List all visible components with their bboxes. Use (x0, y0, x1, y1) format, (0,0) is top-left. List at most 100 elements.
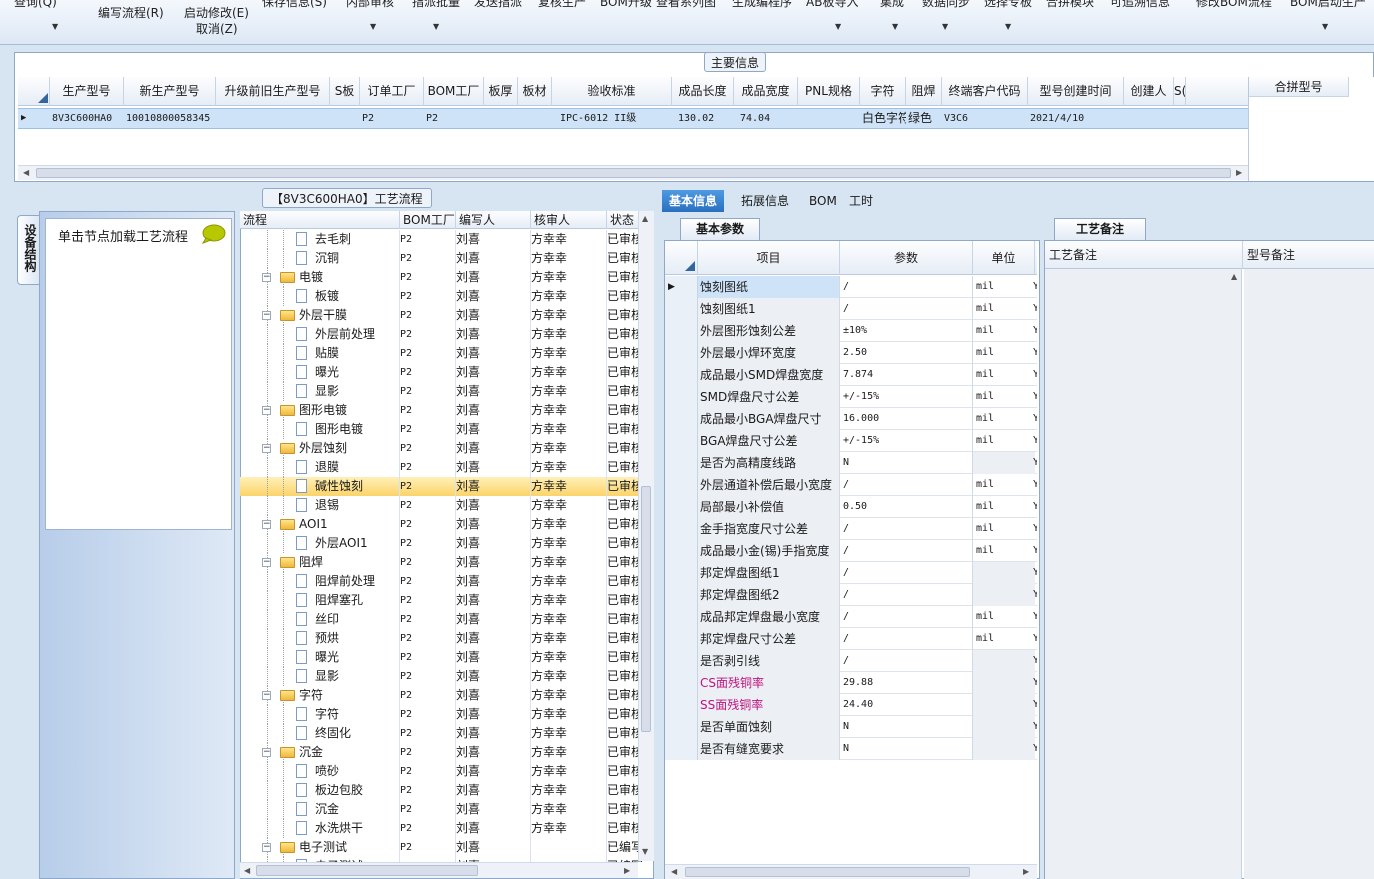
scroll-right-icon[interactable]: ▶ (624, 866, 630, 875)
params-row[interactable]: 是否为高精度线路 N Y (665, 452, 1037, 474)
main-grid-col-header[interactable]: 验收标准 (552, 77, 672, 106)
detail-tab[interactable]: 拓展信息 (734, 190, 796, 212)
craft-notes-textarea[interactable]: ▲ (1045, 269, 1242, 879)
params-row[interactable]: 邦定焊盘尺寸公差 / mil Y (665, 628, 1037, 650)
main-grid-col-header[interactable]: 创建人 (1124, 77, 1174, 106)
tree-node-label[interactable]: 曝光 (315, 648, 339, 667)
tree-row[interactable]: 丝印 P2 刘喜 方幸幸 已审核 (240, 610, 642, 629)
tree-row[interactable]: − AOI1 P2 刘喜 方幸幸 已审核 (240, 515, 642, 534)
param-value-field[interactable]: ±10% (840, 320, 973, 342)
dropdown-arrow-icon[interactable]: ▼ (1322, 22, 1328, 31)
row-selector[interactable] (665, 430, 698, 452)
ribbon-button[interactable]: BOM启动生产 (1290, 0, 1366, 10)
tree-node-label[interactable]: 电子测试 (299, 838, 347, 857)
row-selector[interactable] (665, 628, 698, 650)
main-grid-cell[interactable]: 绿色 (908, 109, 942, 128)
params-row[interactable]: 外层最小焊环宽度 2.50 mil Y (665, 342, 1037, 364)
tree-row[interactable]: 阻焊前处理 P2 刘喜 方幸幸 已审核 (240, 572, 642, 591)
model-notes-textarea[interactable] (1244, 269, 1374, 879)
main-grid-col-header[interactable]: 成品宽度 (734, 77, 798, 106)
tree-row[interactable]: 外层AOI1 P2 刘喜 方幸幸 已审核 (240, 534, 642, 553)
tree-row[interactable]: 外层前处理 P2 刘喜 方幸幸 已审核 (240, 325, 642, 344)
tree-node-label[interactable]: 沉金 (299, 743, 323, 762)
main-grid-cell[interactable] (486, 109, 518, 128)
main-grid-col-header[interactable]: 板材 (518, 77, 552, 106)
scroll-left-icon[interactable]: ◀ (671, 867, 677, 876)
main-grid-cell[interactable] (218, 109, 330, 128)
tree-node-label[interactable]: 字符 (299, 686, 323, 705)
ribbon-button[interactable]: AB板导入 (806, 0, 858, 10)
ribbon-button[interactable]: 集成 (880, 0, 904, 10)
param-value-field[interactable]: 2.50 (840, 342, 973, 364)
dropdown-arrow-icon[interactable]: ▼ (892, 22, 898, 31)
tree-node-label[interactable]: 图形电镀 (299, 401, 347, 420)
row-selector[interactable] (665, 738, 698, 760)
main-grid-cell[interactable]: 74.04 (740, 109, 802, 128)
collapse-icon[interactable]: − (262, 748, 271, 757)
main-grid-col-header[interactable]: 订单工厂 (360, 77, 424, 106)
tree-row[interactable]: 板镀 P2 刘喜 方幸幸 已审核 (240, 287, 642, 306)
collapse-icon[interactable]: − (262, 311, 271, 320)
dropdown-arrow-icon[interactable]: ▼ (835, 22, 841, 31)
row-selector[interactable] (665, 672, 698, 694)
row-selector[interactable] (665, 298, 698, 320)
ribbon-button[interactable]: 可追溯信息 (1110, 0, 1170, 10)
param-value-field[interactable]: / (840, 606, 973, 628)
dropdown-arrow-icon[interactable]: ▼ (370, 22, 376, 31)
tree-node-label[interactable]: 退锡 (315, 496, 339, 515)
ribbon-button[interactable]: 查看系列图 (656, 0, 716, 10)
tree-node-label[interactable]: AOI1 (299, 515, 328, 534)
param-value-field[interactable]: 0.50 (840, 496, 973, 518)
scroll-left-icon[interactable]: ◀ (23, 168, 29, 177)
tree-row[interactable]: − 外层蚀刻 P2 刘喜 方幸幸 已审核 (240, 439, 642, 458)
tree-col-header[interactable]: 核审人 (531, 211, 607, 229)
row-selector[interactable] (665, 364, 698, 386)
main-grid-cell[interactable] (800, 109, 860, 128)
main-grid-col-header[interactable]: 升级前旧生产型号 (216, 77, 330, 106)
tree-row[interactable]: 喷砂 P2 刘喜 方幸幸 已审核 (240, 762, 642, 781)
main-grid-col-header[interactable]: S板 (330, 77, 360, 106)
scroll-up-icon[interactable]: ▲ (1231, 272, 1237, 281)
tree-row[interactable]: − 电子测试 P2 刘喜 已编写 (240, 838, 642, 857)
collapse-icon[interactable]: − (262, 691, 271, 700)
collapse-icon[interactable]: − (262, 444, 271, 453)
params-row[interactable]: 是否有缝宽要求 N Y (665, 738, 1037, 760)
main-grid-cell[interactable]: 8V3C600HA0 (52, 109, 124, 128)
scroll-up-icon[interactable]: ▲ (642, 214, 648, 223)
tree-node-label[interactable]: 去毛刺 (315, 230, 351, 249)
row-selector[interactable] (665, 606, 698, 628)
collapse-icon[interactable]: − (262, 843, 271, 852)
tree-node-label[interactable]: 贴膜 (315, 344, 339, 363)
main-grid-cell[interactable]: 130.02 (678, 109, 738, 128)
tree-node-label[interactable]: 碱性蚀刻 (315, 477, 363, 496)
tree-node-label[interactable]: 阻焊前处理 (315, 572, 375, 591)
tree-node-label[interactable]: 沉金 (315, 800, 339, 819)
tree-row[interactable]: 碱性蚀刻 P2 刘喜 方幸幸 已审核 (240, 477, 642, 496)
params-row[interactable]: 是否单面蚀刻 N Y (665, 716, 1037, 738)
row-selector[interactable]: ▶ (665, 276, 698, 298)
ribbon-button[interactable]: BOM升级 (600, 0, 652, 10)
tree-vertical-scrollbar[interactable]: ▲ ▼ (638, 211, 654, 861)
param-value-field[interactable]: / (840, 276, 973, 298)
row-selector[interactable] (665, 518, 698, 540)
row-selector[interactable] (665, 496, 698, 518)
params-col-param[interactable]: 参数 (840, 241, 973, 275)
main-grid-col-header[interactable]: 板厚 (484, 77, 518, 106)
tree-node-label[interactable]: 终固化 (315, 724, 351, 743)
row-selector[interactable] (665, 474, 698, 496)
param-value-field[interactable]: / (840, 628, 973, 650)
main-grid-cell[interactable]: 2021/4/10 (1030, 109, 1124, 128)
row-selector[interactable] (665, 386, 698, 408)
start-modify-button[interactable]: 启动修改(E) (184, 4, 249, 21)
main-grid-cell[interactable] (520, 109, 552, 128)
ribbon-button[interactable]: 发送指派 (474, 0, 522, 10)
tree-node-label[interactable]: 沉铜 (315, 249, 339, 268)
main-grid-cell[interactable]: 白色字符 (862, 109, 906, 128)
tree-row[interactable]: 预烘 P2 刘喜 方幸幸 已审核 (240, 629, 642, 648)
detail-tab[interactable]: 基本信息 (662, 190, 725, 212)
tree-row[interactable]: 沉铜 P2 刘喜 方幸幸 已审核 (240, 249, 642, 268)
params-horizontal-scrollbar[interactable]: ◀ ▶ (665, 864, 1037, 879)
row-selector[interactable] (665, 320, 698, 342)
tree-row[interactable]: − 字符 P2 刘喜 方幸幸 已审核 (240, 686, 642, 705)
param-value-field[interactable]: 7.874 (840, 364, 973, 386)
